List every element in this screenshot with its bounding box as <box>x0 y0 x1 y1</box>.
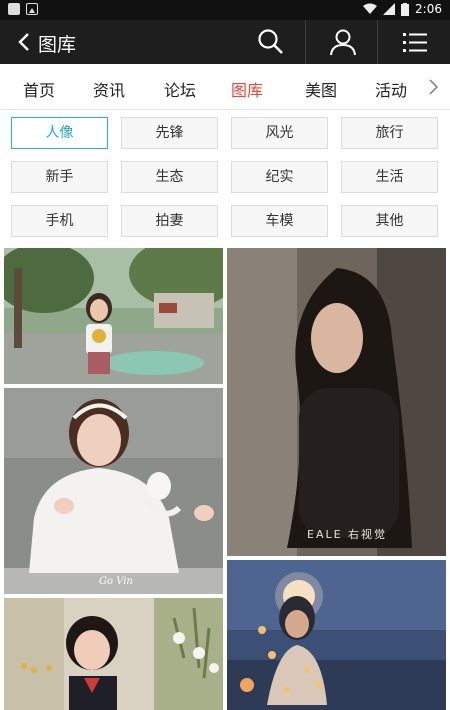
page-title: 图库 <box>38 34 77 56</box>
category-portrait[interactable]: 人像 <box>11 117 108 149</box>
chevron-right-icon[interactable] <box>426 77 440 97</box>
status-time: 2:06 <box>415 2 442 16</box>
user-icon[interactable] <box>327 26 359 58</box>
photo-woman-dark-hair[interactable]: EALE 右视觉 <box>227 248 446 556</box>
category-mobile[interactable]: 手机 <box>11 205 108 237</box>
category-wife[interactable]: 拍妻 <box>121 205 218 237</box>
category-beginner[interactable]: 新手 <box>11 161 108 193</box>
category-life[interactable]: 生活 <box>341 161 438 193</box>
status-bar: 2:06 <box>0 0 450 20</box>
notification-icon <box>8 3 20 15</box>
app-header: 图库 <box>0 20 450 64</box>
image-notification-icon <box>26 3 38 15</box>
signal-icon <box>383 3 396 15</box>
tab-forum[interactable]: 论坛 <box>164 77 196 101</box>
tab-events[interactable]: 活动 <box>375 77 407 101</box>
category-car-model[interactable]: 车模 <box>231 205 328 237</box>
nav-tabs: 首页 资讯 论坛 图库 美图 活动 <box>0 64 450 110</box>
tab-home[interactable]: 首页 <box>23 77 55 101</box>
category-documentary[interactable]: 纪实 <box>231 161 328 193</box>
header-divider <box>377 20 378 64</box>
photo-girl-white-lace[interactable]: Go Vin <box>4 388 223 594</box>
category-travel[interactable]: 旅行 <box>341 117 438 149</box>
battery-icon <box>401 2 410 16</box>
category-landscape[interactable]: 风光 <box>231 117 328 149</box>
photo-night-lights[interactable] <box>227 560 446 710</box>
header-divider <box>305 20 306 64</box>
photo-girl-flowers[interactable] <box>4 598 223 710</box>
photo-grid: EALE 右视觉 Go Vin <box>0 244 450 710</box>
tab-news[interactable]: 资讯 <box>93 77 125 101</box>
category-other[interactable]: 其他 <box>341 205 438 237</box>
search-icon[interactable] <box>255 26 287 58</box>
category-ecology[interactable]: 生态 <box>121 161 218 193</box>
category-pioneer[interactable]: 先锋 <box>121 117 218 149</box>
photo-watermark-eale: EALE 右视觉 <box>307 527 387 541</box>
tab-beauty[interactable]: 美图 <box>305 77 337 101</box>
category-grid: 人像 先锋 风光 旅行 新手 生态 纪实 生活 手机 拍妻 车模 其他 <box>0 110 450 244</box>
tab-gallery[interactable]: 图库 <box>231 77 263 101</box>
menu-icon[interactable] <box>399 26 431 58</box>
photo-watermark: Go Vin <box>99 576 133 587</box>
photo-girl-street[interactable] <box>4 248 223 384</box>
back-icon[interactable] <box>14 31 36 53</box>
wifi-icon <box>363 3 378 14</box>
